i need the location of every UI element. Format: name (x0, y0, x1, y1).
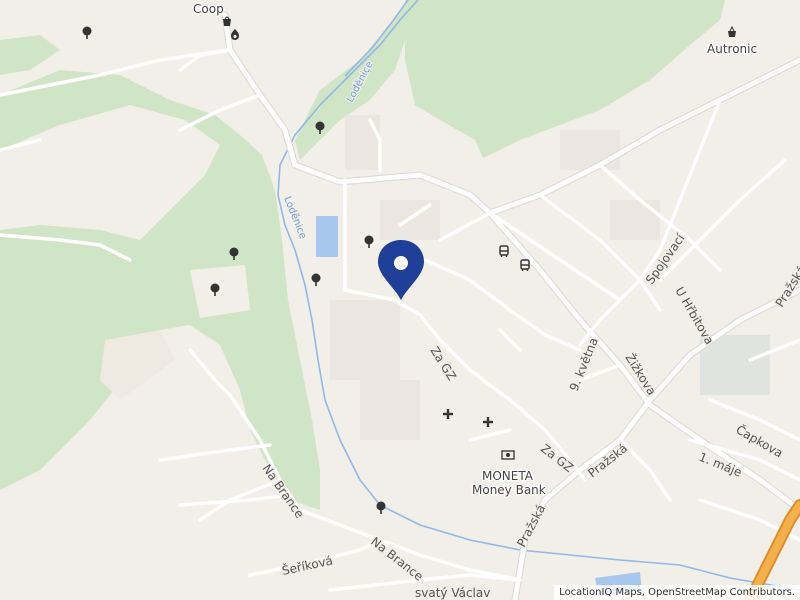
map-canvas[interactable]: Za GZ Za GZ 9. května Žižkova Spojovací … (0, 0, 800, 600)
map-svg: Za GZ Za GZ 9. května Žižkova Spojovací … (0, 0, 800, 600)
pond (316, 216, 338, 257)
street-label: svatý Václav (415, 586, 490, 600)
poi-label-autronic: Autronic (707, 42, 757, 56)
poi-label-coop: Coop (193, 2, 224, 16)
building (360, 380, 420, 440)
building (330, 300, 400, 380)
building (345, 115, 380, 170)
map-attribution[interactable]: LocationIQ Maps, OpenStreetMap Contribut… (554, 585, 800, 600)
building (560, 130, 620, 170)
forest-west-clearing-2 (190, 265, 250, 318)
building (610, 200, 660, 240)
poi-label-moneta: MONETA (482, 469, 534, 483)
poi-label-moneta-sub: Money Bank (472, 483, 546, 497)
